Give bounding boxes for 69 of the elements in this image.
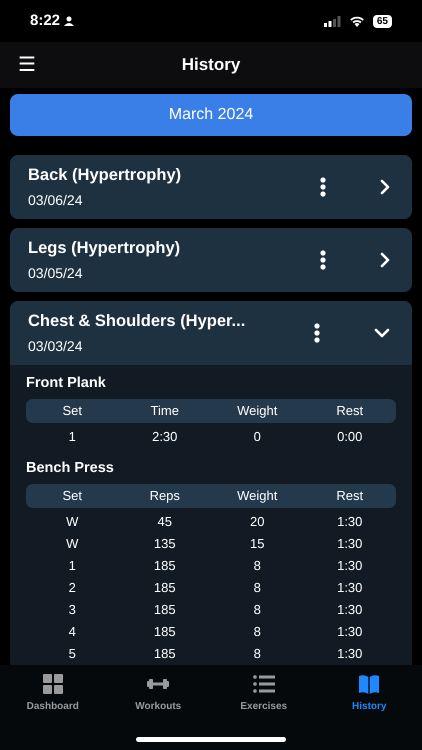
table-cell-text: 1:30 — [336, 644, 364, 663]
table-cell-text: 1 — [68, 428, 77, 446]
column-header: Reps — [148, 486, 181, 505]
table-cell-text: 185 — [152, 578, 177, 597]
workout-name: Legs (Hypertrophy) — [28, 238, 182, 259]
more-icon — [320, 177, 326, 197]
table-cell-text: 5 — [68, 644, 77, 663]
screen-title: History — [182, 54, 240, 76]
table-cell-text: 1 — [68, 556, 77, 575]
tab-item[interactable]: Workouts — [106, 673, 211, 719]
table-cell-text: 8 — [252, 556, 262, 575]
column-header: Set — [61, 486, 83, 505]
status-time: 8:22 — [30, 10, 60, 31]
table-cell-text: 185 — [152, 644, 177, 663]
table-cell-text: 8 — [252, 644, 262, 663]
workout-date: 03/06/24 — [28, 191, 84, 210]
signal-icon — [324, 16, 341, 26]
table-cell-text: 0 — [252, 428, 262, 446]
table-cell-text: 45 — [156, 512, 173, 531]
month-button[interactable]: March 2024 — [10, 94, 412, 136]
column-header: Weight — [236, 486, 278, 505]
more-icon — [320, 250, 326, 270]
workout-name: Chest & Shoulders (Hyper... — [28, 310, 246, 332]
table-cell-text: 2 — [68, 578, 77, 597]
exercise-name: Bench Press — [26, 458, 115, 478]
table-cell-text: 185 — [152, 622, 177, 641]
chevron-right-icon — [380, 252, 390, 268]
table-cell-text: 1:30 — [336, 578, 364, 597]
table-cell-text: 185 — [152, 556, 177, 575]
table-cell-text: 1:30 — [336, 622, 364, 641]
table-cell-text: 1:30 — [336, 534, 364, 553]
workout-date: 03/03/24 — [28, 337, 84, 356]
chevron-right-icon — [380, 179, 390, 195]
chevron-down-icon — [374, 328, 390, 338]
tab-item[interactable]: Exercises — [211, 673, 316, 719]
book-icon — [358, 673, 380, 695]
column-header: Weight — [236, 402, 278, 420]
column-header: Set — [61, 402, 83, 420]
column-header: Rest — [335, 486, 364, 505]
person-icon — [64, 16, 74, 26]
menu-button[interactable]: ☰ — [18, 55, 36, 75]
workout-name: Back (Hypertrophy) — [28, 164, 182, 186]
battery-level: 65 — [372, 14, 392, 28]
table-cell-text: 1:30 — [336, 512, 364, 531]
wifi-icon — [348, 15, 365, 27]
table-cell-text: 1:30 — [336, 600, 364, 619]
table-cell-text: 4 — [68, 622, 77, 641]
table-cell-text: W — [65, 534, 80, 553]
column-header: Rest — [335, 402, 364, 420]
table-cell-text: 8 — [252, 578, 262, 597]
table-cell-text: 15 — [249, 534, 266, 553]
table-cell-text: 20 — [249, 512, 266, 531]
table-cell-text: 0:00 — [336, 428, 364, 446]
list-icon — [252, 673, 275, 695]
grid-icon — [42, 673, 64, 695]
table-cell-text: 2:30 — [151, 428, 178, 446]
exercise-name: Front Plank — [26, 374, 107, 393]
table-cell-text: W — [65, 512, 80, 531]
tab-item[interactable]: History — [316, 673, 422, 719]
table-cell-text: 185 — [152, 600, 177, 619]
table-cell-text: 8 — [252, 622, 262, 641]
table-cell-text: 8 — [252, 600, 262, 619]
more-icon — [314, 323, 320, 343]
workout-date: 03/05/24 — [28, 264, 84, 284]
tab-item[interactable]: Dashboard — [0, 673, 106, 719]
table-cell-text: 1:30 — [336, 556, 364, 575]
table-cell-text: 3 — [68, 600, 77, 619]
column-header: Time — [150, 402, 180, 420]
table-cell-text: 135 — [152, 534, 177, 553]
